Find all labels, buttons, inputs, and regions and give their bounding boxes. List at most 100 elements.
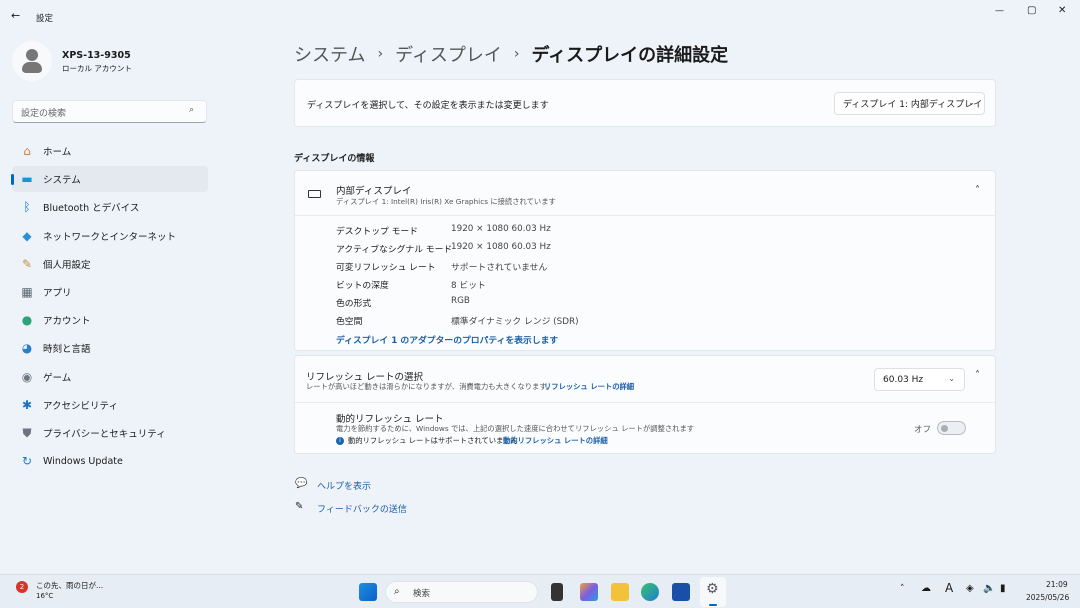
ime-icon[interactable]: A <box>945 581 953 595</box>
sidebar-item-2[interactable]: ᛒ Bluetooth とデバイス <box>12 194 208 220</box>
apps-icon: ▦ <box>21 285 33 299</box>
laptop-icon <box>308 190 321 198</box>
account-type: ローカル アカウント <box>62 64 132 73</box>
chevron-down-icon: ⌄ <box>948 374 955 383</box>
refresh-details-link[interactable]: リフレッシュ レートの詳細 <box>544 382 634 392</box>
dynamic-refresh-title: 動的リフレッシュ レート <box>336 414 444 425</box>
sidebar-item-1[interactable]: ▬ システム <box>11 166 208 193</box>
store-icon[interactable] <box>672 583 690 601</box>
sidebar-item-7[interactable]: ◕ 時刻と言語 <box>12 335 208 361</box>
adapter-properties-link[interactable]: ディスプレイ 1 のアダプターのプロパティを表示します <box>336 333 558 346</box>
wifi-icon[interactable]: ◈ <box>966 583 974 594</box>
dynamic-refresh-toggle[interactable] <box>937 421 966 435</box>
taskbar-search-label: 検索 <box>413 589 431 599</box>
info-row-value: 1920 × 1080 60.03 Hz <box>451 224 551 234</box>
dynamic-refresh-note: 動的リフレッシュ レートはサポートされていません <box>348 436 518 445</box>
weather-badge: 2 <box>16 581 28 593</box>
gear-icon: ⚙ <box>706 581 719 597</box>
globe-icon: ◕ <box>21 341 33 356</box>
display-title: 内部ディスプレイ <box>336 186 412 197</box>
section-heading: ディスプレイの情報 <box>294 154 375 164</box>
dynamic-refresh-link[interactable]: 動的リフレッシュ レートの詳細 <box>503 436 608 446</box>
info-icon: i <box>336 437 344 445</box>
sidebar-item-5[interactable]: ▦ アプリ <box>12 279 208 305</box>
search-input[interactable]: 設定の検索 ⌕ <box>12 100 207 123</box>
chevron-up-icon[interactable]: ˄ <box>975 370 980 381</box>
sidebar-item-3[interactable]: ◆ ネットワークとインターネット <box>12 223 208 249</box>
close-button[interactable]: ✕ <box>1058 5 1066 16</box>
page-title: ディスプレイの詳細設定 <box>531 45 729 66</box>
display-subtitle: ディスプレイ 1: Intel(R) Iris(R) Xe Graphics に… <box>336 197 556 206</box>
taskbar-search[interactable]: ⌕ 検索 <box>385 581 538 603</box>
tray-chevron-icon[interactable]: ˄ <box>900 584 905 594</box>
sidebar-item-8[interactable]: ◉ ゲーム <box>12 364 208 390</box>
sidebar-item-label: ゲーム <box>43 372 72 384</box>
sidebar-item-label: Windows Update <box>43 455 123 467</box>
sidebar-item-label: ネットワークとインターネット <box>43 231 177 243</box>
back-button[interactable]: ← <box>11 9 20 22</box>
chevron-down-icon: ⌄ <box>968 98 975 107</box>
volume-icon[interactable]: 🔈 <box>983 583 995 594</box>
refresh-rate-dropdown[interactable]: 60.03 Hz ⌄ <box>874 368 965 391</box>
breadcrumb-separator: › <box>513 46 520 62</box>
breadcrumb-display[interactable]: ディスプレイ <box>395 41 502 67</box>
gamepad-icon: ◉ <box>21 369 33 384</box>
display-info-header[interactable]: 内部ディスプレイ ディスプレイ 1: Intel(R) Iris(R) Xe G… <box>295 171 995 216</box>
info-row-value: 8 ビット <box>451 281 486 291</box>
start-icon[interactable] <box>359 583 377 601</box>
file-explorer-icon[interactable] <box>611 583 629 601</box>
weather-temp: 16°C <box>36 592 54 600</box>
sidebar-item-0[interactable]: ⌂ ホーム <box>12 138 208 164</box>
clock-time[interactable]: 21:09 <box>1046 580 1068 589</box>
feedback-link[interactable]: フィードバックの送信 <box>317 502 407 515</box>
breadcrumb-system[interactable]: システム <box>294 41 365 67</box>
sidebar-item-label: Bluetooth とデバイス <box>43 203 140 215</box>
clock-date[interactable]: 2025/05/26 <box>1026 593 1069 602</box>
sidebar-item-10[interactable]: ⛊ プライバシーとセキュリティ <box>12 420 208 446</box>
sidebar-item-label: アクセシビリティ <box>43 400 118 412</box>
bluetooth-icon: ᛒ <box>23 200 31 215</box>
info-row-label: 可変リフレッシュ レート <box>336 263 436 273</box>
settings-taskbar-button[interactable]: ⚙ <box>700 577 726 607</box>
edge-icon[interactable] <box>641 583 659 601</box>
chevron-up-icon[interactable]: ˄ <box>975 185 980 196</box>
home-icon: ⌂ <box>23 144 31 158</box>
user-name: XPS-13-9305 <box>62 50 131 61</box>
sidebar-item-label: 時刻と言語 <box>43 344 91 356</box>
info-row-value: 1920 × 1080 60.03 Hz <box>451 242 551 252</box>
avatar-head-icon <box>26 49 38 61</box>
display-dropdown-value: ディスプレイ 1: 内部ディスプレイ <box>843 100 983 110</box>
sidebar-item-label: ホーム <box>43 147 72 158</box>
help-icon: 💬 <box>295 478 308 489</box>
display-dropdown[interactable]: ディスプレイ 1: 内部ディスプレイ ⌄ <box>834 92 985 115</box>
breadcrumb-separator: › <box>377 46 384 62</box>
sidebar-item-label: 個人用設定 <box>43 259 91 271</box>
task-view-icon[interactable] <box>551 583 563 601</box>
sidebar-item-label: アカウント <box>43 316 91 328</box>
info-row-label: ビットの深度 <box>336 281 389 291</box>
get-help-link[interactable]: ヘルプを表示 <box>317 479 371 492</box>
sidebar-item-4[interactable]: ✎ 個人用設定 <box>12 251 208 277</box>
refresh-title: リフレッシュ レートの選択 <box>306 372 424 383</box>
refresh-desc: レートが高いほど動きは滑らかになりますが、消費電力も大きくなります。 <box>306 382 554 391</box>
maximize-button[interactable]: ▢ <box>1027 5 1036 16</box>
sidebar-item-6[interactable]: ● アカウント <box>12 307 208 333</box>
weather-text[interactable]: この先、雨の日が... <box>36 580 103 591</box>
info-row-label: デスクトップ モード <box>336 227 418 237</box>
avatar[interactable] <box>12 41 52 81</box>
sidebar-item-9[interactable]: ✱ アクセシビリティ <box>12 392 208 418</box>
info-row-value: サポートされていません <box>451 263 548 273</box>
copilot-icon[interactable] <box>580 583 598 601</box>
toggle-label: オフ <box>914 425 932 435</box>
sidebar-item-11[interactable]: ↻ Windows Update <box>12 448 208 474</box>
minimize-button[interactable]: — <box>995 6 1004 16</box>
brush-icon: ✎ <box>21 256 33 271</box>
battery-icon[interactable]: ▮ <box>1000 583 1006 594</box>
wifi-icon: ◆ <box>22 228 32 243</box>
cloud-icon[interactable]: ☁ <box>921 583 931 594</box>
avatar-body-icon <box>22 62 42 73</box>
account-icon: ● <box>21 313 33 328</box>
info-row-label: 色の形式 <box>336 299 372 309</box>
sidebar-item-label: アプリ <box>43 288 72 299</box>
system-icon: ▬ <box>21 172 33 187</box>
